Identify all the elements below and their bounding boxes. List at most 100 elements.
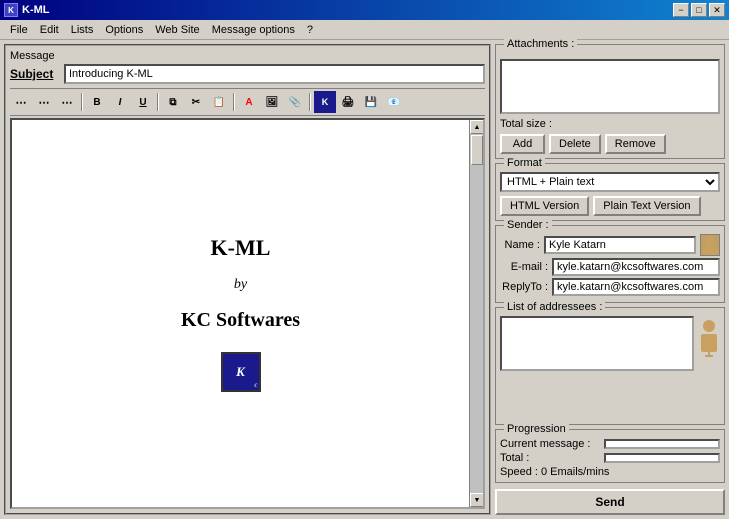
attachment-buttons: Add Delete Remove <box>500 134 720 154</box>
addressee-icon-area <box>698 316 720 371</box>
minimize-button[interactable]: − <box>673 3 689 17</box>
maximize-button[interactable]: □ <box>691 3 707 17</box>
subject-label: Subject <box>10 67 60 81</box>
kc-button[interactable]: K <box>314 91 336 113</box>
total-size-label: Total size : <box>500 118 552 130</box>
total-label: Total : <box>500 452 600 464</box>
total-row: Total : <box>500 452 720 464</box>
align-left-button[interactable]: ⋯ <box>10 91 32 113</box>
menu-options[interactable]: Options <box>99 22 149 38</box>
addressees-group: List of addressees : <box>495 307 725 425</box>
editor-wrapper: K-ML by KC Softwares K c ▲ ▼ <box>10 118 485 509</box>
sender-email-input[interactable] <box>552 258 720 276</box>
menu-file[interactable]: File <box>4 22 34 38</box>
save-button[interactable]: 💾 <box>360 91 382 113</box>
editor-company: KC Softwares <box>181 309 300 332</box>
sender-replyto-input[interactable] <box>552 278 720 296</box>
scroll-down-button[interactable]: ▼ <box>470 493 484 507</box>
app-icon: K <box>4 3 18 17</box>
sender-name-row: Name : <box>500 234 720 256</box>
menu-message-options[interactable]: Message options <box>206 22 301 38</box>
align-right-button[interactable]: ⋯ <box>56 91 78 113</box>
sender-name-input[interactable] <box>544 236 696 254</box>
html-version-button[interactable]: HTML Version <box>500 196 589 216</box>
total-size-row: Total size : <box>500 118 720 130</box>
sender-name-label: Name : <box>500 239 540 251</box>
paste-button[interactable]: 📋 <box>208 91 230 113</box>
font-color-button[interactable]: A <box>238 91 260 113</box>
sender-group: Sender : Name : E-mail : ReplyTo : <box>495 225 725 303</box>
link-button[interactable]: 📎 <box>284 91 306 113</box>
subject-row: Subject <box>10 64 485 84</box>
underline-button[interactable]: U <box>132 91 154 113</box>
progression-group: Progression Current message : Total : Sp… <box>495 429 725 483</box>
add-attachment-button[interactable]: Add <box>500 134 545 154</box>
current-message-bar <box>604 439 720 449</box>
toolbar-separator-3 <box>233 93 235 111</box>
menu-help[interactable]: ? <box>301 22 319 38</box>
cut-button[interactable]: ✂ <box>185 91 207 113</box>
toolbar-separator-1 <box>81 93 83 111</box>
editor-area[interactable]: K-ML by KC Softwares K c <box>12 120 469 507</box>
logo-sub: c <box>254 381 257 389</box>
sender-replyto-row: ReplyTo : <box>500 278 720 296</box>
speed-label: Speed : 0 Emails/mins <box>500 466 720 478</box>
delete-attachment-button[interactable]: Delete <box>549 134 601 154</box>
left-panel: Message Subject ⋯ ⋯ ⋯ B I U ⧉ ✂ 📋 A 🖼 📎 … <box>4 44 491 515</box>
format-buttons: HTML Version Plain Text Version <box>500 196 720 216</box>
bold-button[interactable]: B <box>86 91 108 113</box>
current-message-row: Current message : <box>500 438 720 450</box>
sender-email-row: E-mail : <box>500 258 720 276</box>
email-send-button[interactable]: 📧 <box>383 91 405 113</box>
preview-button[interactable]: 🖨 <box>337 91 359 113</box>
formatting-toolbar: ⋯ ⋯ ⋯ B I U ⧉ ✂ 📋 A 🖼 📎 K 🖨 💾 📧 <box>10 88 485 116</box>
copy-format-button[interactable]: ⧉ <box>162 91 184 113</box>
addressees-title: List of addressees : <box>504 301 605 313</box>
remove-attachment-button[interactable]: Remove <box>605 134 666 154</box>
send-button[interactable]: Send <box>495 489 725 515</box>
format-select-row: HTML + Plain text HTML only Plain text o… <box>500 172 720 192</box>
right-panel: Attachments : Total size : Add Delete Re… <box>495 44 725 515</box>
format-group: Format HTML + Plain text HTML only Plain… <box>495 163 725 221</box>
sender-replyto-label: ReplyTo : <box>500 281 548 293</box>
menu-website[interactable]: Web Site <box>149 22 205 38</box>
format-select[interactable]: HTML + Plain text HTML only Plain text o… <box>500 172 720 192</box>
attachments-title: Attachments : <box>504 38 577 50</box>
scroll-track[interactable] <box>470 134 483 493</box>
message-label: Message <box>10 50 485 62</box>
menu-edit[interactable]: Edit <box>34 22 65 38</box>
editor-title: K-ML <box>211 235 271 261</box>
addressees-list[interactable] <box>500 316 694 371</box>
editor-logo: K c <box>221 352 261 392</box>
image-button[interactable]: 🖼 <box>261 91 283 113</box>
italic-button[interactable]: I <box>109 91 131 113</box>
sender-title: Sender : <box>504 219 552 231</box>
vertical-scrollbar[interactable]: ▲ ▼ <box>469 120 483 507</box>
scroll-thumb[interactable] <box>471 135 483 165</box>
sender-avatar <box>700 234 720 256</box>
attachments-group: Attachments : Total size : Add Delete Re… <box>495 44 725 159</box>
logo-text: K <box>236 364 245 380</box>
title-bar: K K-ML − □ ✕ <box>0 0 729 20</box>
menu-bar: File Edit Lists Options Web Site Message… <box>0 20 729 40</box>
sender-email-label: E-mail : <box>500 261 548 273</box>
editor-by: by <box>234 277 247 293</box>
window-title: K-ML <box>22 4 50 16</box>
current-message-label: Current message : <box>500 438 600 450</box>
progression-title: Progression <box>504 423 569 435</box>
attachments-list <box>500 59 720 114</box>
total-bar <box>604 453 720 463</box>
toolbar-separator-4 <box>309 93 311 111</box>
window-controls[interactable]: − □ ✕ <box>673 3 725 17</box>
addressees-inner <box>500 316 720 371</box>
subject-input[interactable] <box>64 64 485 84</box>
title-bar-left: K K-ML <box>4 3 50 17</box>
close-button[interactable]: ✕ <box>709 3 725 17</box>
plain-text-version-button[interactable]: Plain Text Version <box>593 196 700 216</box>
main-container: Message Subject ⋯ ⋯ ⋯ B I U ⧉ ✂ 📋 A 🖼 📎 … <box>0 40 729 519</box>
toolbar-separator-2 <box>157 93 159 111</box>
align-center-button[interactable]: ⋯ <box>33 91 55 113</box>
scroll-up-button[interactable]: ▲ <box>470 120 484 134</box>
menu-lists[interactable]: Lists <box>65 22 100 38</box>
format-title: Format <box>504 157 545 169</box>
